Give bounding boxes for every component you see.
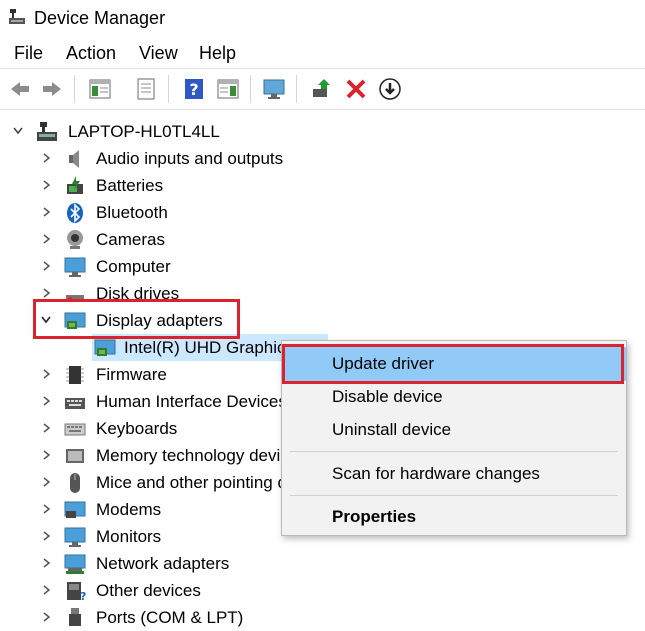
chevron-right-icon[interactable] [40, 583, 52, 597]
display-adapters-highlight-box [33, 299, 240, 339]
properties-sheet-icon[interactable] [134, 77, 158, 101]
menu-action[interactable]: Action [66, 43, 116, 64]
menu-item-label: Scan for hardware changes [332, 464, 540, 483]
menu-separator [290, 495, 618, 496]
tree-item-cameras[interactable]: Cameras [0, 226, 645, 253]
menu-item-label: Properties [332, 507, 417, 526]
forward-arrow-icon[interactable] [40, 77, 64, 101]
tree-item-bluetooth[interactable]: Bluetooth [0, 199, 645, 226]
unknown-device-icon: ? [67, 582, 86, 602]
update-driver-highlight-box [282, 344, 624, 384]
chevron-right-icon[interactable] [40, 286, 52, 300]
svg-text:?: ? [80, 590, 86, 602]
scan-monitor-icon[interactable] [262, 77, 286, 101]
download-circle-icon[interactable] [378, 77, 402, 101]
keyboard-icon [64, 423, 86, 436]
back-arrow-icon[interactable] [8, 77, 32, 101]
chevron-right-icon[interactable] [40, 394, 52, 408]
computer-icon [64, 257, 86, 277]
menu-bar: File Action View Help [0, 40, 645, 66]
menu-item-label: Uninstall device [332, 420, 452, 439]
chip-icon [66, 366, 84, 384]
chevron-right-icon[interactable] [40, 421, 52, 435]
tree-item-label: Cameras [96, 230, 165, 249]
menu-item-uninstall-device[interactable]: Uninstall device [282, 413, 626, 447]
bluetooth-icon [67, 203, 83, 223]
menu-item-disable-device[interactable]: Disable device [282, 380, 626, 414]
tree-item-label: Human Interface Devices [96, 392, 287, 411]
camera-icon [67, 230, 83, 249]
toolbar-separator [168, 75, 169, 103]
context-menu: Update driver Disable device Uninstall d… [281, 340, 627, 536]
toolbar: ? [0, 68, 645, 110]
tree-item-label: Modems [96, 500, 162, 519]
chevron-right-icon[interactable] [40, 556, 52, 570]
computer-root-icon [37, 122, 57, 141]
chevron-right-icon[interactable] [40, 367, 52, 381]
toolbar-separator [250, 75, 251, 103]
menu-separator [290, 451, 618, 452]
tree-item-other-devices[interactable]: ? Other devices [0, 577, 645, 604]
speaker-icon [69, 150, 79, 168]
help-icon[interactable]: ? [182, 77, 206, 101]
chevron-right-icon[interactable] [40, 259, 52, 273]
tree-item-ports[interactable]: Ports (COM & LPT) [0, 604, 645, 631]
tree-root[interactable]: LAPTOP-HL0TL4LL [0, 118, 645, 145]
menu-item-label: Disable device [332, 387, 443, 406]
window-title: Device Manager [34, 8, 166, 28]
chevron-right-icon[interactable] [40, 232, 52, 246]
menu-item-properties[interactable]: Properties [282, 500, 626, 534]
chevron-right-icon[interactable] [40, 610, 52, 624]
tree-item-computer[interactable]: Computer [0, 253, 645, 280]
chevron-right-icon[interactable] [40, 475, 52, 489]
chevron-right-icon[interactable] [40, 529, 52, 543]
tree-item-label: Computer [96, 257, 171, 276]
display-adapter-icon [94, 339, 116, 356]
menu-item-scan-hardware[interactable]: Scan for hardware changes [282, 457, 626, 491]
menu-view[interactable]: View [139, 43, 178, 64]
tree-item-label: Batteries [96, 176, 164, 195]
network-icon [64, 554, 86, 574]
battery-icon [67, 176, 83, 194]
tree-item-label: Ports (COM & LPT) [96, 608, 244, 627]
menu-help[interactable]: Help [199, 43, 236, 64]
update-driver-icon[interactable] [310, 77, 334, 101]
toolbar-separator [74, 75, 75, 103]
chevron-right-icon[interactable] [40, 151, 52, 165]
keyboard-icon [65, 398, 85, 409]
tree-item-label: Firmware [96, 365, 167, 384]
device-manager-app-icon [9, 9, 25, 24]
tree-item-label: Memory technology devices [96, 446, 307, 465]
title-bar: Device Manager [0, 0, 645, 38]
chevron-right-icon[interactable] [40, 448, 52, 462]
toolbar-separator [296, 75, 297, 103]
tree-item-batteries[interactable]: Batteries [0, 172, 645, 199]
tree-item-audio[interactable]: Audio inputs and outputs [0, 145, 645, 172]
port-icon [69, 608, 81, 626]
chevron-right-icon[interactable] [40, 178, 52, 192]
monitor-icon [64, 527, 86, 547]
tree-item-network-adapters[interactable]: Network adapters [0, 550, 645, 577]
chevron-right-icon[interactable] [40, 502, 52, 516]
chevron-down-icon[interactable] [12, 124, 24, 138]
tree-item-label: Monitors [96, 527, 162, 546]
menu-file[interactable]: File [14, 43, 43, 64]
memory-icon [66, 449, 84, 463]
chevron-right-icon[interactable] [40, 205, 52, 219]
tree-item-label: Other devices [96, 581, 201, 600]
svg-text:?: ? [189, 80, 198, 99]
mouse-icon [70, 473, 80, 493]
tree-root-label: LAPTOP-HL0TL4LL [68, 122, 220, 141]
tree-item-label: Network adapters [96, 554, 230, 573]
tree-item-label: Audio inputs and outputs [96, 149, 284, 168]
uninstall-red-x-icon[interactable] [344, 77, 368, 101]
show-hide-console-tree-icon[interactable] [88, 77, 112, 101]
action-pane-icon[interactable] [216, 77, 240, 101]
modem-icon [64, 501, 86, 518]
tree-item-label: Bluetooth [96, 203, 168, 222]
tree-item-label: Keyboards [96, 419, 178, 438]
